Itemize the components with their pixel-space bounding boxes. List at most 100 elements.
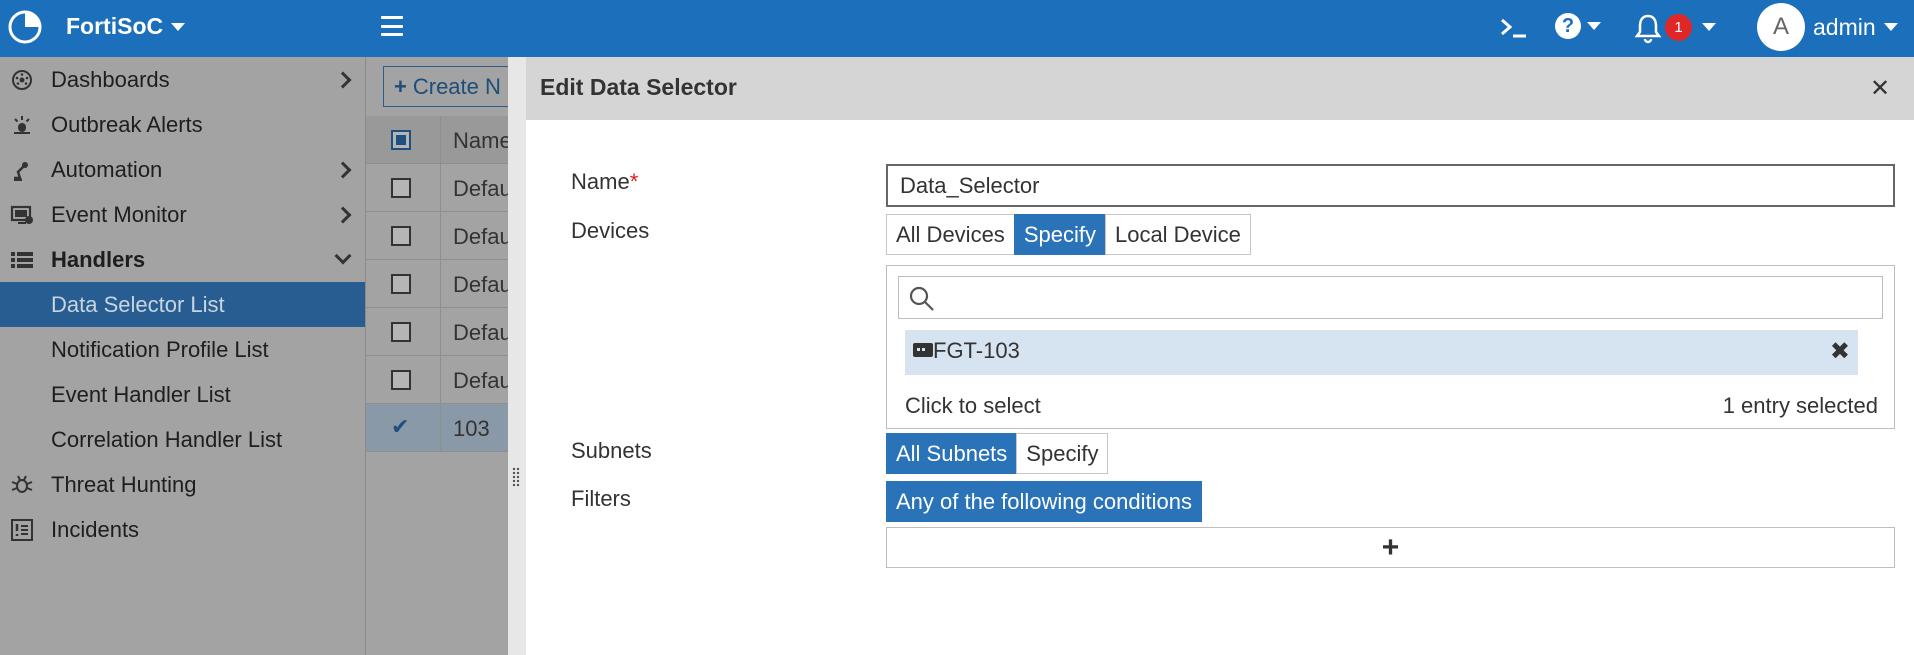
sidebar-item-label: Notification Profile List (51, 336, 269, 362)
dashboard-icon (10, 68, 34, 92)
selected-device-name: FGT-103 (933, 338, 1020, 363)
fortigate-device-icon (913, 343, 933, 357)
sidebar-item-incidents[interactable]: Incidents (0, 507, 365, 552)
chevron-down-icon (334, 247, 352, 265)
table-row[interactable]: ✔ 103 (366, 404, 509, 452)
sidebar-item-outbreak-alerts[interactable]: Outbreak Alerts (0, 102, 365, 147)
subnets-label: Subnets (571, 438, 652, 463)
sidebar-item-notification-profile-list[interactable]: Notification Profile List (0, 327, 365, 372)
click-to-select-link[interactable]: Click to select (905, 393, 1041, 419)
sidebar-item-label: Dashboards (51, 66, 170, 92)
edit-data-selector-panel: Edit Data Selector ✕ Name* Devices All D… (526, 57, 1914, 655)
create-new-label: Create N (412, 73, 501, 99)
hamburger-menu-icon[interactable] (381, 16, 403, 36)
sidebar-item-label: Outbreak Alerts (51, 111, 203, 137)
user-menu[interactable]: A admin (1757, 3, 1898, 51)
brand-name: FortiSoC (66, 13, 164, 39)
devices-label: Devices (571, 218, 650, 243)
fortisoc-logo-icon[interactable] (6, 8, 44, 46)
row-checkbox[interactable] (391, 226, 411, 246)
add-filter-button[interactable]: + (886, 527, 1895, 568)
table-row[interactable]: Defau (366, 308, 512, 356)
name-label: Name* (571, 169, 639, 194)
close-icon[interactable]: ✕ (1870, 74, 1890, 103)
sidebar-item-event-monitor[interactable]: Event Monitor (0, 192, 365, 237)
sidebar-item-threat-hunting[interactable]: Threat Hunting (0, 462, 365, 507)
chevron-down-icon[interactable] (1702, 23, 1716, 31)
table-row[interactable]: Defau (366, 212, 512, 260)
terminal-icon[interactable] (1498, 13, 1532, 43)
sidebar-item-correlation-handler-list[interactable]: Correlation Handler List (0, 417, 365, 462)
sidebar-item-data-selector-list[interactable]: Data Selector List (0, 282, 365, 327)
sidebar-item-label: Event Monitor (51, 201, 187, 227)
create-new-button[interactable]: + Create N (383, 66, 523, 107)
help-menu[interactable]: ? (1555, 13, 1601, 39)
plus-icon: + (394, 73, 407, 99)
help-icon: ? (1555, 13, 1581, 39)
bell-icon[interactable] (1632, 12, 1664, 44)
bug-icon (10, 473, 34, 497)
row-name: Defau (453, 320, 512, 345)
filters-condition-toggle: Any of the following conditions (886, 481, 1202, 522)
sidebar-item-dashboards[interactable]: Dashboards (0, 57, 365, 102)
chevron-right-icon (334, 71, 352, 88)
table-header: Name (366, 116, 512, 164)
chevron-down-icon (171, 22, 186, 31)
remove-device-icon[interactable]: ✖ (1830, 337, 1850, 366)
sidebar-item-automation[interactable]: Automation (0, 147, 365, 192)
specify-devices-button[interactable]: Specify (1013, 214, 1106, 255)
sidebar-item-label: Handlers (51, 246, 146, 272)
list-icon (10, 248, 34, 272)
monitor-icon (10, 203, 34, 227)
sidebar-item-label: Correlation Handler List (51, 426, 283, 452)
table-row[interactable]: Defau (366, 164, 512, 212)
chevron-right-icon (334, 161, 352, 178)
username: admin (1813, 13, 1876, 40)
panel-resize-handle[interactable] (508, 57, 526, 655)
name-input[interactable] (886, 164, 1895, 207)
row-name: Defau (453, 224, 512, 249)
sidebar-item-event-handler-list[interactable]: Event Handler List (0, 372, 365, 417)
panel-title: Edit Data Selector (540, 74, 737, 100)
row-name: 103 (453, 416, 490, 441)
checkmark-icon[interactable]: ✔ (391, 414, 411, 439)
outbreak-icon (10, 113, 34, 137)
sidebar-item-label: Event Handler List (51, 381, 231, 407)
data-selector-list: + Create N Name Defau Defau Defau Defau … (365, 57, 523, 655)
specify-subnets-button[interactable]: Specify (1016, 433, 1109, 474)
row-checkbox[interactable] (391, 274, 411, 294)
device-search-input[interactable] (898, 276, 1883, 319)
search-icon (909, 286, 934, 311)
chevron-down-icon (1587, 22, 1601, 30)
row-checkbox[interactable] (391, 370, 411, 390)
incidents-icon (10, 518, 34, 542)
sidebar-item-label: Incidents (51, 516, 140, 542)
subnets-toggle: All Subnets Specify (886, 433, 1109, 474)
panel-header: Edit Data Selector ✕ (526, 57, 1914, 120)
sidebar: Dashboards Outbreak Alerts Automation Ev… (0, 57, 365, 655)
selected-device-chip: FGT-103 ✖ (905, 330, 1858, 375)
select-all-checkbox[interactable] (391, 130, 411, 150)
row-checkbox[interactable] (391, 178, 411, 198)
local-device-button[interactable]: Local Device (1104, 214, 1251, 255)
any-conditions-button[interactable]: Any of the following conditions (886, 481, 1202, 522)
sidebar-item-label: Threat Hunting (51, 471, 197, 497)
table-row[interactable]: Defau (366, 356, 512, 404)
chevron-down-icon (1883, 23, 1898, 31)
entries-selected-count: 1 entry selected (1722, 393, 1878, 418)
sidebar-item-label: Automation (51, 156, 163, 182)
all-subnets-button[interactable]: All Subnets (886, 433, 1018, 474)
table-row[interactable]: Defau (366, 260, 512, 308)
sidebar-item-handlers[interactable]: Handlers (0, 237, 365, 282)
drag-handle-icon (512, 467, 520, 487)
all-devices-button[interactable]: All Devices (886, 214, 1015, 255)
sidebar-item-label: Data Selector List (51, 291, 225, 317)
automation-icon (10, 158, 34, 182)
devices-toggle: All Devices Specify Local Device (886, 214, 1251, 255)
row-checkbox[interactable] (391, 322, 411, 342)
row-name: Defau (453, 368, 512, 393)
plus-icon: + (1381, 530, 1400, 564)
app-switcher[interactable]: FortiSoC (66, 13, 186, 40)
column-header-name[interactable]: Name (453, 128, 512, 154)
row-name: Defau (453, 176, 512, 201)
